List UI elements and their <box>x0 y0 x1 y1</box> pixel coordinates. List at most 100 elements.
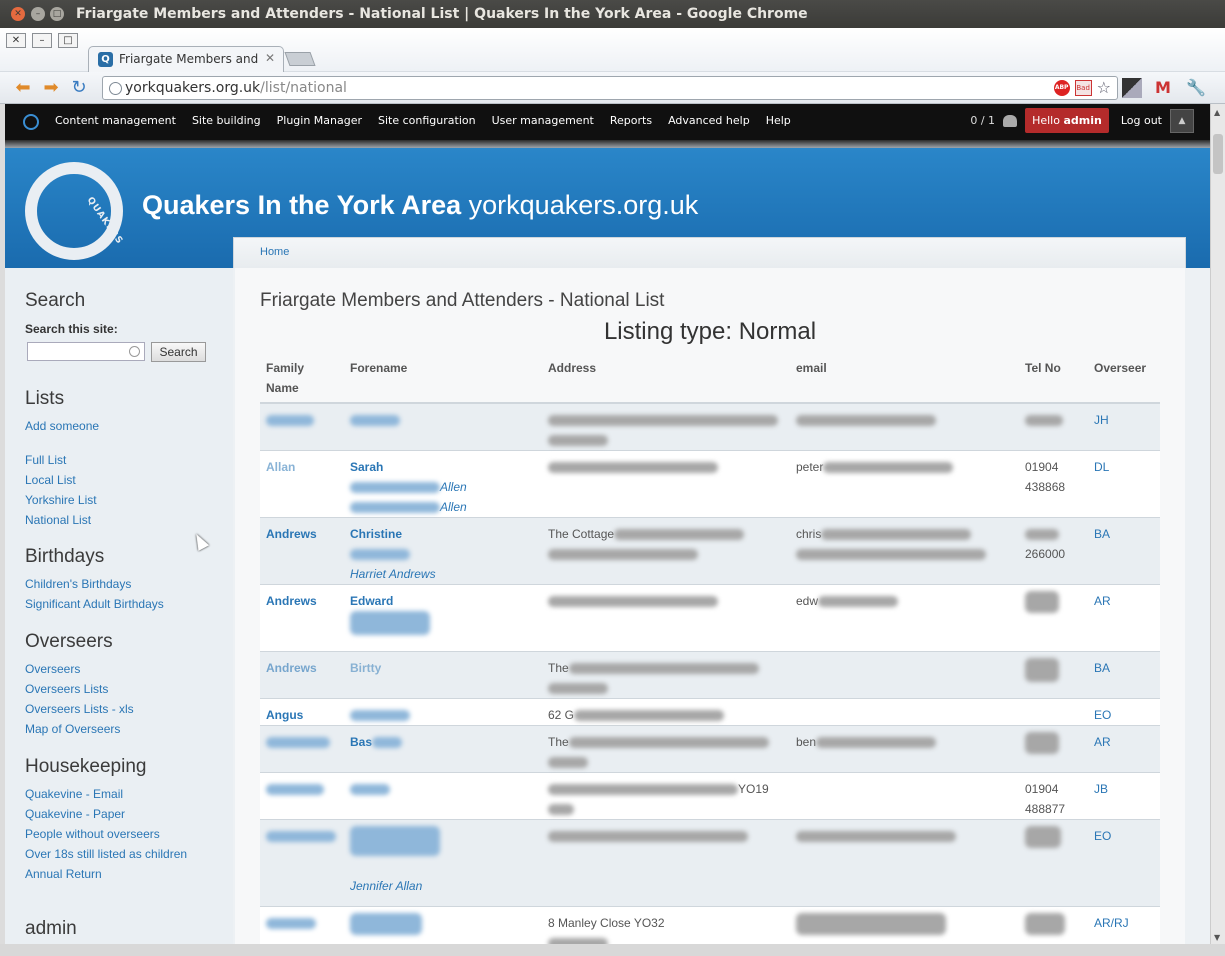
logout-link[interactable]: Log out <box>1121 114 1162 127</box>
child-surname[interactable]: Allen <box>440 500 467 514</box>
delicious-extension-icon[interactable] <box>1122 78 1142 98</box>
forename-link[interactable]: Edward <box>350 594 393 608</box>
childrens-birthdays-link[interactable]: Children's Birthdays <box>25 574 164 594</box>
overseer-link[interactable]: JH <box>1094 413 1109 427</box>
admin-menu-reports[interactable]: Reports <box>610 114 652 127</box>
child-surname[interactable]: Allen <box>440 480 467 494</box>
admin-menu-user-management[interactable]: User management <box>492 114 594 127</box>
search-input[interactable] <box>27 342 145 361</box>
family-name-link[interactable]: Andrews <box>266 661 317 675</box>
family-name-link[interactable]: Allan <box>266 460 295 474</box>
scroll-down-icon[interactable]: ▼ <box>1214 933 1220 942</box>
col-email[interactable]: email <box>790 358 1019 404</box>
quakevine-email-link[interactable]: Quakevine - Email <box>25 784 187 804</box>
admin-menu-content-management[interactable]: Content management <box>55 114 176 127</box>
window-close-button[interactable]: ✕ <box>11 7 25 21</box>
overseer-link[interactable]: AR/RJ <box>1094 916 1129 930</box>
adult-birthdays-link[interactable]: Significant Adult Birthdays <box>25 594 164 614</box>
page-scrollbar[interactable]: ▲ ▼ <box>1210 104 1225 944</box>
email-text[interactable]: edw <box>796 594 818 608</box>
overseer-link[interactable]: BA <box>1094 527 1110 541</box>
url-text[interactable]: yorkquakers.org.uk/list/national <box>125 80 347 96</box>
forward-arrow-icon[interactable]: ➡ <box>40 77 62 99</box>
quakevine-paper-link[interactable]: Quakevine - Paper <box>25 804 187 824</box>
redacted-family[interactable] <box>266 831 336 843</box>
child-name-link[interactable]: Jennifer Allan <box>350 879 422 893</box>
redacted-family[interactable] <box>266 784 324 796</box>
national-list-link[interactable]: National List <box>25 510 99 530</box>
adblock-icon[interactable]: ABP <box>1053 80 1070 96</box>
family-name-link[interactable]: Andrews <box>266 527 317 541</box>
admin-menu-plugin-manager[interactable]: Plugin Manager <box>277 114 362 127</box>
col-tel[interactable]: Tel No <box>1019 358 1088 404</box>
admin-toggle-button[interactable]: ▲ <box>1170 108 1194 133</box>
annual-return-link[interactable]: Annual Return <box>25 864 187 884</box>
overseers-lists-link[interactable]: Overseers Lists <box>25 679 134 699</box>
bad-extension-icon[interactable]: Bad <box>1074 80 1092 96</box>
overseer-link[interactable]: EO <box>1094 829 1111 843</box>
overseer-link[interactable]: EO <box>1094 708 1111 722</box>
child-name-link[interactable]: Harriet Andrews <box>350 567 436 581</box>
overseer-link[interactable]: BA <box>1094 661 1110 675</box>
wrench-icon[interactable]: 🔧 <box>1186 78 1206 98</box>
admin-menu-site-configuration[interactable]: Site configuration <box>378 114 476 127</box>
overseer-link[interactable]: AR <box>1094 735 1111 749</box>
minimize-icon[interactable]: – <box>32 33 52 48</box>
forename-link[interactable]: Bas <box>350 735 372 749</box>
email-text[interactable]: ben <box>796 735 816 749</box>
over-18s-link[interactable]: Over 18s still listed as children <box>25 844 187 864</box>
add-someone-link[interactable]: Add someone <box>25 416 99 436</box>
forename-link[interactable]: Birtty <box>350 661 381 675</box>
col-forename[interactable]: Forename <box>344 358 542 404</box>
maximize-icon[interactable]: □ <box>58 33 78 48</box>
family-name-link[interactable]: Andrews <box>266 594 317 608</box>
family-name-link[interactable]: Angus <box>266 708 303 722</box>
forename-link[interactable]: Sarah <box>350 460 383 474</box>
overseers-link[interactable]: Overseers <box>25 659 134 679</box>
email-text[interactable]: chris <box>796 527 821 541</box>
col-address[interactable]: Address <box>542 358 790 404</box>
new-tab-button[interactable] <box>284 52 316 66</box>
redacted-family[interactable] <box>266 737 330 749</box>
yorkshire-list-link[interactable]: Yorkshire List <box>25 490 99 510</box>
window-minimize-button[interactable]: – <box>31 7 45 21</box>
redacted-forename[interactable] <box>350 415 400 427</box>
scroll-thumb[interactable] <box>1213 134 1223 174</box>
col-family-name[interactable]: Family Name <box>260 358 344 404</box>
quakers-logo[interactable] <box>25 162 123 260</box>
forename-link[interactable]: Christine <box>350 527 402 541</box>
bookmark-star-icon[interactable]: ☆ <box>1097 80 1111 96</box>
redacted-family[interactable] <box>266 918 316 930</box>
full-list-link[interactable]: Full List <box>25 450 99 470</box>
col-overseer[interactable]: Overseer <box>1088 358 1160 404</box>
local-list-link[interactable]: Local List <box>25 470 99 490</box>
breadcrumb-home[interactable]: Home <box>260 246 289 258</box>
hello-user-link[interactable]: Hello admin <box>1025 108 1109 133</box>
browser-tab[interactable]: Q Friargate Members and At ✕ <box>88 46 284 72</box>
window-maximize-button[interactable]: □ <box>50 7 64 21</box>
site-name[interactable]: Quakers In the York Area yorkquakers.org… <box>142 190 698 221</box>
back-arrow-icon[interactable]: ⬅ <box>12 77 34 99</box>
redacted-forename[interactable] <box>350 784 390 796</box>
reload-icon[interactable]: ↻ <box>68 77 90 99</box>
scroll-up-icon[interactable]: ▲ <box>1214 108 1220 117</box>
people-without-overseers-link[interactable]: People without overseers <box>25 824 187 844</box>
redacted-forename[interactable] <box>350 710 410 722</box>
address-bar[interactable]: yorkquakers.org.uk/list/national ABP Bad… <box>102 76 1118 100</box>
drupal-home-icon[interactable] <box>23 114 39 130</box>
search-button[interactable]: Search <box>151 342 206 362</box>
admin-menu-advanced-help[interactable]: Advanced help <box>668 114 750 127</box>
close-icon[interactable]: ✕ <box>6 33 26 48</box>
map-of-overseers-link[interactable]: Map of Overseers <box>25 719 134 739</box>
overseer-link[interactable]: JB <box>1094 782 1108 796</box>
tab-close-icon[interactable]: ✕ <box>265 51 275 65</box>
redacted-family[interactable] <box>266 415 314 427</box>
admin-menu-site-building[interactable]: Site building <box>192 114 261 127</box>
gmail-icon[interactable]: M <box>1153 78 1173 98</box>
overseer-link[interactable]: DL <box>1094 460 1109 474</box>
overseer-link[interactable]: AR <box>1094 594 1111 608</box>
admin-menu-help[interactable]: Help <box>766 114 791 127</box>
overseers-lists-xls-link[interactable]: Overseers Lists - xls <box>25 699 134 719</box>
email-text[interactable]: peter <box>796 460 823 474</box>
redacted-forename[interactable] <box>350 913 422 935</box>
